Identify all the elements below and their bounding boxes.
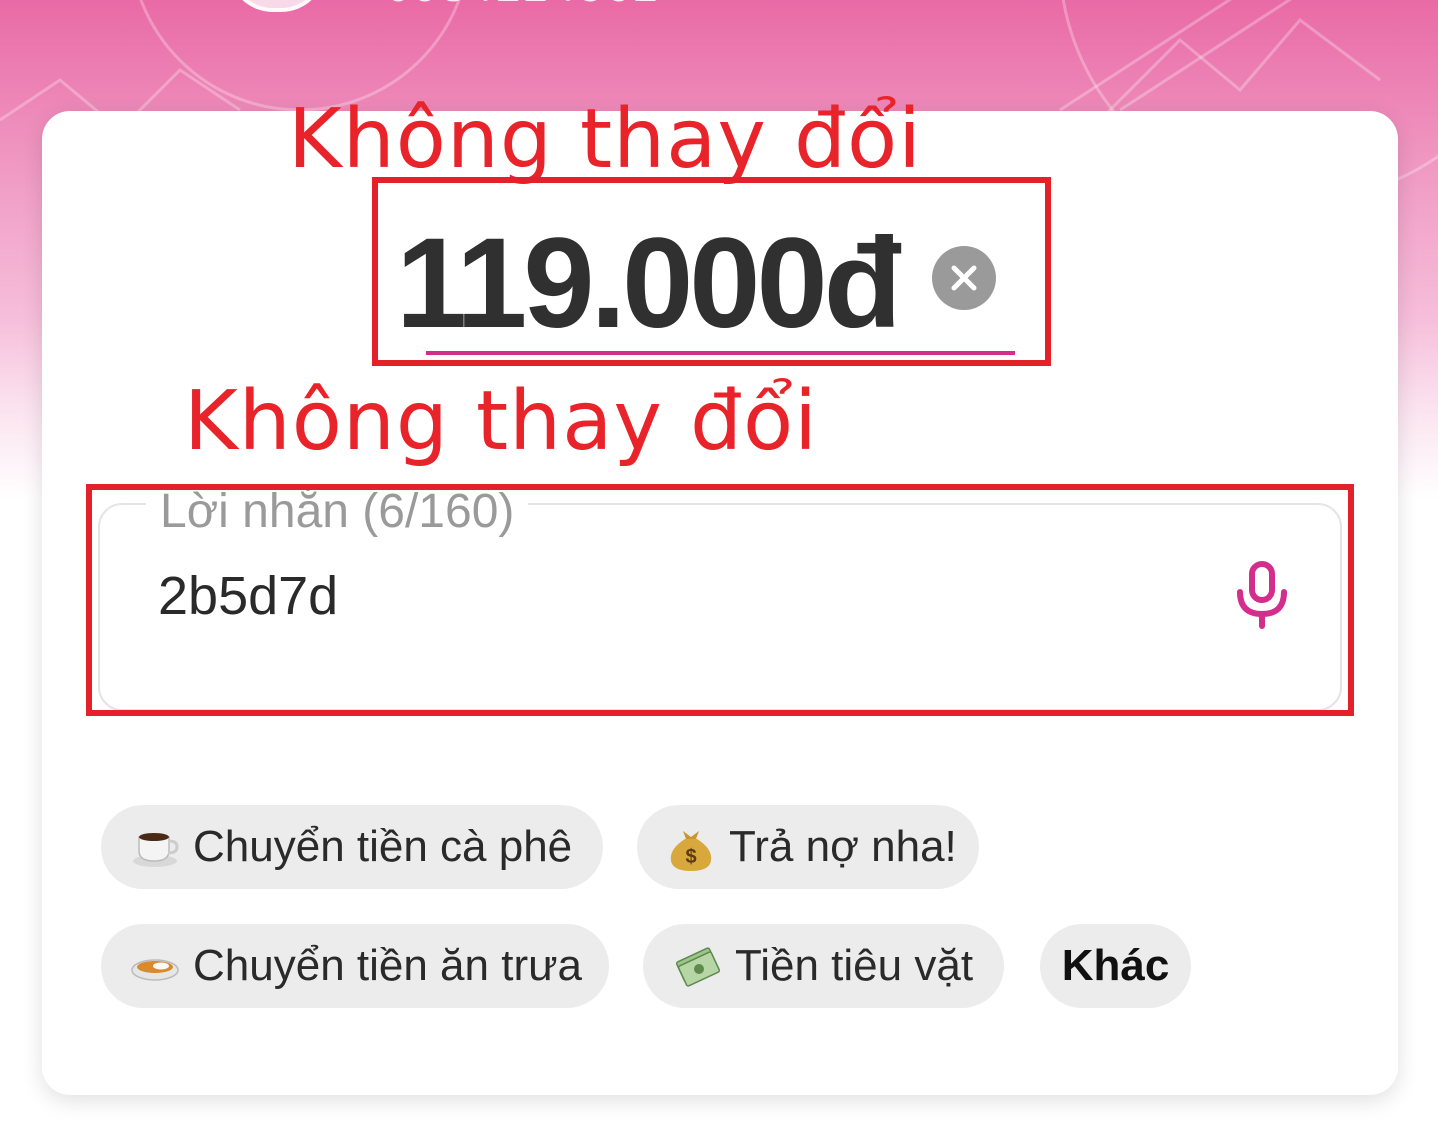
- annotation-amount-unchanged: Không thay đổi: [288, 92, 922, 187]
- suggestion-chip-other[interactable]: Khác: [1040, 924, 1191, 1008]
- svg-text:$: $: [685, 846, 696, 868]
- suggestion-chip-label: Chuyển tiền ăn trưa: [193, 941, 583, 990]
- message-input[interactable]: 2b5d7d: [158, 565, 338, 627]
- annotation-message-unchanged: Không thay đổi: [184, 374, 818, 469]
- clear-amount-button[interactable]: [932, 246, 996, 310]
- suggestion-chip-label: Trả nợ nha!: [729, 822, 957, 871]
- banknotes-icon: [671, 940, 723, 992]
- suggestion-chip-pocket-money[interactable]: Tiền tiêu vặt: [643, 924, 1004, 1008]
- amount-input[interactable]: 119.000đ: [396, 213, 902, 355]
- suggestion-chip-label: Khác: [1061, 941, 1170, 990]
- money-bag-icon: $: [665, 821, 717, 873]
- suggestion-chip-coffee[interactable]: Chuyển tiền cà phê: [101, 805, 603, 889]
- suggestion-chip-label: Tiền tiêu vặt: [735, 941, 974, 990]
- curry-rice-icon: [129, 940, 181, 992]
- microphone-icon[interactable]: [1234, 560, 1290, 630]
- coffee-cup-icon: [129, 821, 181, 873]
- suggestion-chip-label: Chuyển tiền cà phê: [193, 822, 573, 871]
- amount-input-underline: [426, 351, 1015, 355]
- message-field-label: Lời nhắn (6/160): [146, 484, 529, 539]
- suggestion-chip-lunch[interactable]: Chuyển tiền ăn trưa: [101, 924, 609, 1008]
- close-icon: [951, 265, 977, 291]
- recipient-phone: 0934224562: [386, 0, 661, 12]
- suggestion-chip-repay[interactable]: $ Trả nợ nha!: [637, 805, 979, 889]
